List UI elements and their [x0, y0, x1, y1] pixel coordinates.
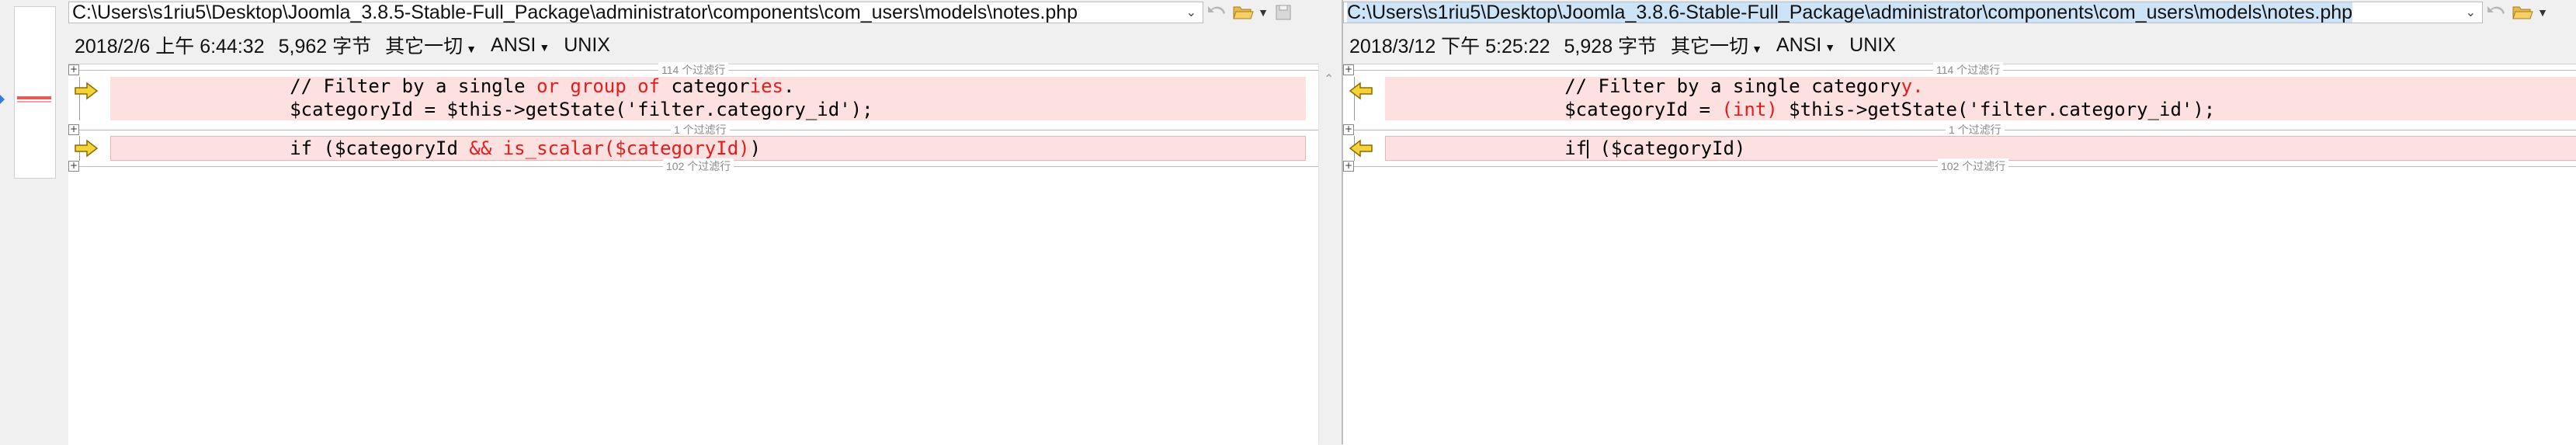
code-text: categor [660, 75, 750, 97]
left-vertical-scrollbar[interactable] [1318, 64, 1342, 444]
expand-icon[interactable]: + [68, 124, 79, 135]
left-code-area[interactable]: + 114 个过滤行 // Filter by a single or grou… [68, 62, 1318, 445]
filtered-lines-separator[interactable]: + 102 个过滤行 [1343, 158, 2576, 174]
right-encoding-select[interactable]: ANSI ▼ [1776, 34, 1835, 57]
code-text: ) [749, 137, 762, 159]
code-text: if ($categoryId [290, 137, 470, 159]
expand-icon[interactable]: + [1343, 161, 1354, 172]
right-path-text: C:\Users\s1riu5\Desktop\Joomla_3.8.6-Sta… [1347, 2, 2353, 23]
right-pane: C:\Users\s1riu5\Desktop\Joomla_3.8.6-Sta… [1342, 0, 2576, 445]
changed-text: && is_scalar($categoryId) [469, 137, 750, 159]
filtered-lines-label: 114 个过滤行 [1933, 62, 2004, 78]
code-line: $categoryId = (int) $this->getState('fil… [1385, 98, 2215, 121]
undo-icon[interactable] [1203, 2, 1230, 23]
expand-icon[interactable]: + [1343, 64, 1354, 75]
scroll-up-icon[interactable]: ⌃ [1324, 71, 1334, 87]
chevron-down-icon[interactable]: ▼ [1256, 6, 1270, 19]
expand-icon[interactable]: + [1343, 124, 1354, 135]
filtered-lines-label: 1 个过滤行 [1946, 122, 2005, 137]
code-line: if ($categoryId) [1385, 137, 1745, 160]
changed-text: or group of [536, 75, 661, 97]
code-line: $categoryId = $this->getState('filter.ca… [110, 98, 873, 121]
changed-text: . [1912, 75, 1924, 97]
left-encoding-label: ANSI [491, 33, 536, 56]
left-file-info: 2018/2/6 上午 6:44:32 5,962 字节 其它一切 ▼ ANSI ▼… [75, 31, 610, 59]
arrow-left-icon[interactable] [1348, 139, 1374, 158]
left-pane: C:\Users\s1riu5\Desktop\Joomla_3.8.5-Sta… [68, 0, 1342, 445]
caret-down-icon: ▼ [466, 43, 477, 55]
right-filesize: 5,928 字节 [1564, 36, 1658, 57]
right-datetime: 2018/3/12 下午 5:25:22 [1349, 36, 1550, 57]
left-path-text: C:\Users\s1riu5\Desktop\Joomla_3.8.5-Sta… [72, 2, 1078, 23]
current-position-marker [0, 95, 5, 104]
filtered-lines-label: 102 个过滤行 [663, 158, 734, 174]
code-text: . [783, 75, 795, 97]
filtered-lines-separator[interactable]: + 1 个过滤行 [1343, 122, 2576, 137]
right-lineending[interactable]: UNIX [1849, 34, 1896, 57]
left-encoding-select[interactable]: ANSI ▼ [491, 34, 550, 57]
code-line: // Filter by a single categoryy. [1385, 75, 1924, 98]
overview-map[interactable] [14, 6, 56, 179]
code-text: if [1564, 137, 1588, 159]
caret-down-icon: ▼ [1824, 40, 1836, 54]
arrow-right-icon[interactable] [73, 82, 99, 100]
folder-open-icon[interactable] [1230, 2, 1256, 23]
left-toolbar: C:\Users\s1riu5\Desktop\Joomla_3.8.5-Sta… [68, 0, 1297, 25]
overview-change-marker [17, 96, 51, 99]
code-text: $categoryId = [1564, 99, 1722, 120]
chevron-down-icon[interactable]: ⌄ [2460, 5, 2482, 20]
save-icon[interactable] [1270, 2, 1297, 23]
filtered-lines-separator[interactable]: + 1 个过滤行 [68, 122, 1318, 137]
left-path-field[interactable]: C:\Users\s1riu5\Desktop\Joomla_3.8.5-Sta… [68, 2, 1203, 23]
changed-text: (int) [1721, 99, 1778, 120]
chevron-down-icon[interactable]: ⌄ [1180, 5, 1203, 20]
right-filter-label: 其它一切 [1671, 36, 1749, 57]
right-filter-select[interactable]: 其它一切 ▼ [1671, 31, 1762, 59]
code-text: // Filter by a single category [1564, 75, 1901, 97]
code-text: ($categoryId) [1588, 137, 1746, 159]
caret-down-icon: ▼ [1751, 43, 1762, 55]
expand-icon[interactable]: + [68, 161, 79, 172]
left-filesize: 5,962 字节 [278, 36, 372, 57]
right-path-field[interactable]: C:\Users\s1riu5\Desktop\Joomla_3.8.6-Sta… [1343, 2, 2483, 23]
code-line: // Filter by a single or group of catego… [110, 75, 794, 98]
code-text: // Filter by a single [290, 75, 537, 97]
right-code-area[interactable]: + 114 个过滤行 // Filter by a single categor… [1343, 62, 2576, 445]
left-datetime: 2018/2/6 上午 6:44:32 [75, 36, 265, 57]
right-encoding-label: ANSI [1776, 33, 1822, 56]
left-filter-select[interactable]: 其它一切 ▼ [385, 31, 477, 59]
filtered-lines-label: 102 个过滤行 [1938, 158, 2009, 174]
expand-icon[interactable]: + [68, 64, 79, 75]
code-text: $this->getState('filter.category_id'); [1777, 99, 2216, 120]
right-file-info: 2018/3/12 下午 5:25:22 5,928 字节 其它一切 ▼ ANSI… [1349, 31, 1896, 59]
chevron-down-icon[interactable]: ▼ [2536, 6, 2550, 19]
code-line: if ($categoryId && is_scalar($categoryId… [110, 137, 761, 160]
filtered-lines-separator[interactable]: + 102 个过滤行 [68, 158, 1318, 174]
filtered-lines-separator[interactable]: + 114 个过滤行 [68, 62, 1318, 78]
folder-open-icon[interactable] [2509, 2, 2536, 23]
caret-down-icon: ▼ [539, 40, 550, 54]
filtered-lines-label: 1 个过滤行 [671, 122, 730, 137]
changed-text: y [1901, 75, 1913, 97]
diff-overview[interactable] [0, 0, 68, 444]
overview-change-marker [17, 101, 51, 103]
code-text: $categoryId = $this->getState('filter.ca… [290, 99, 873, 120]
right-toolbar: C:\Users\s1riu5\Desktop\Joomla_3.8.6-Sta… [1343, 0, 2550, 25]
arrow-right-icon[interactable] [73, 139, 99, 158]
arrow-left-icon[interactable] [1348, 82, 1374, 100]
changed-text: ies [749, 75, 783, 97]
left-filter-label: 其它一切 [385, 36, 463, 57]
left-lineending[interactable]: UNIX [564, 34, 610, 57]
undo-icon[interactable] [2483, 2, 2509, 23]
filtered-lines-separator[interactable]: + 114 个过滤行 [1343, 62, 2576, 78]
